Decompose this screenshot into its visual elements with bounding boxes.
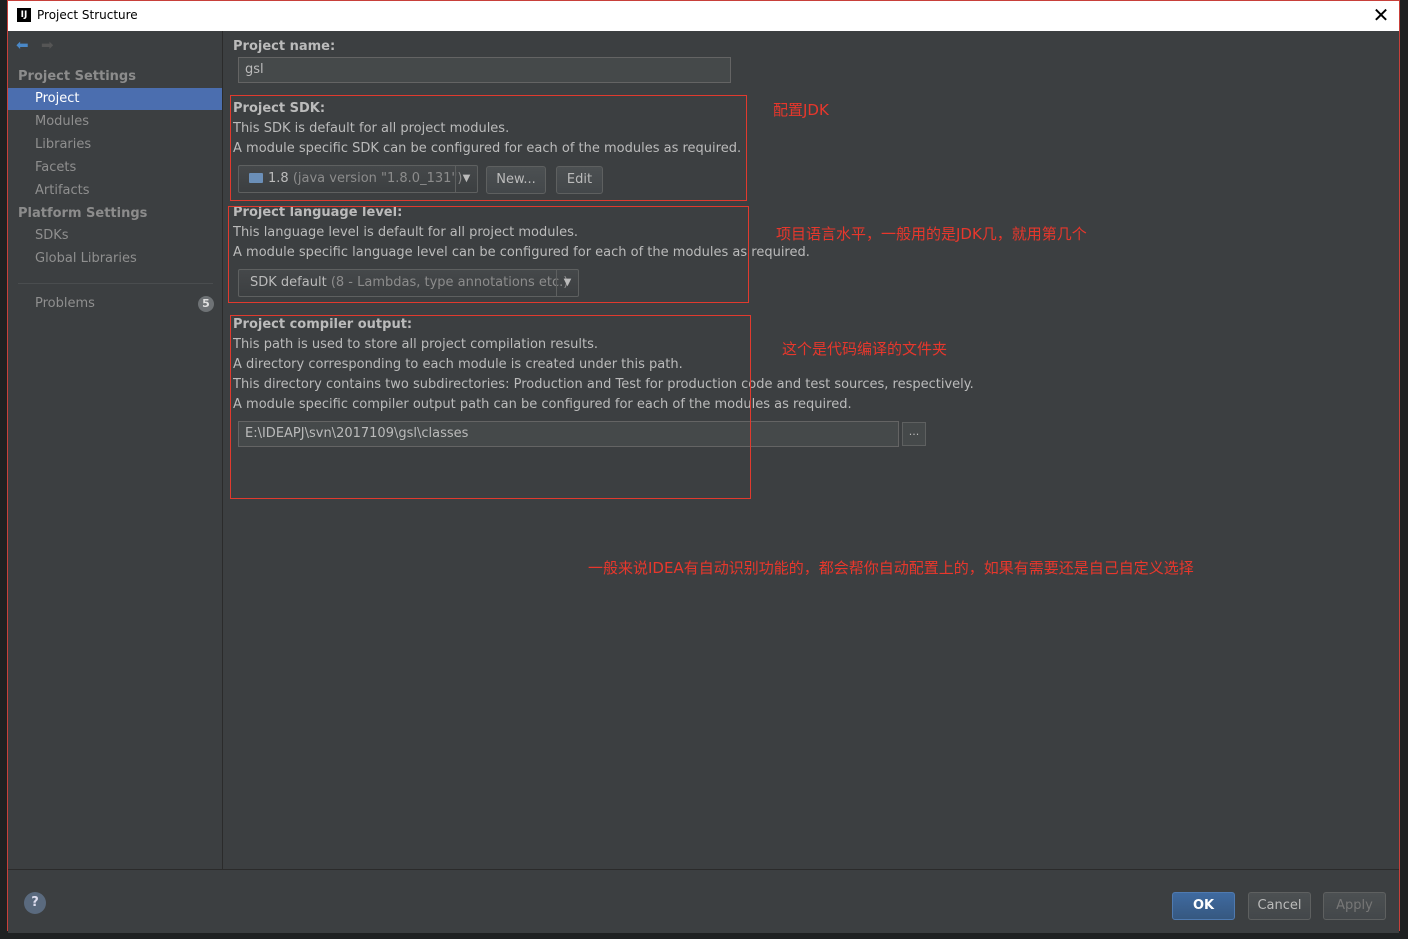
sidebar-item-project[interactable]: Project — [8, 88, 222, 110]
annotation-box-language — [228, 206, 749, 303]
dialog-footer: ? OK Cancel Apply — [8, 869, 1399, 933]
browse-folder-button[interactable]: ... — [902, 422, 926, 446]
sidebar-item-facets[interactable]: Facets — [8, 157, 222, 179]
platform-settings-header: Platform Settings — [18, 206, 148, 221]
problems-label: Problems — [35, 296, 95, 311]
annotation-language-level: 项目语言水平，一般用的是JDK几，就用第几个 — [776, 225, 1087, 243]
project-name-input[interactable]: gsl — [238, 57, 731, 83]
project-settings-panel: Project name: gsl Project SDK: This SDK … — [223, 31, 1399, 869]
ok-button[interactable]: OK — [1172, 892, 1235, 920]
settings-sidebar: ⬅ ➡ Project Settings Project Modules Lib… — [8, 31, 223, 869]
arrow-left-icon[interactable]: ⬅ — [16, 36, 29, 54]
sidebar-item-artifacts[interactable]: Artifacts — [8, 180, 222, 202]
sidebar-item-modules[interactable]: Modules — [8, 111, 222, 133]
help-icon[interactable]: ? — [24, 892, 46, 914]
sidebar-item-problems[interactable]: Problems 5 — [8, 293, 222, 315]
sidebar-item-libraries[interactable]: Libraries — [8, 134, 222, 156]
problems-count-badge: 5 — [198, 296, 214, 312]
annotation-box-output — [230, 315, 751, 499]
annotation-configure-jdk: 配置JDK — [773, 101, 829, 119]
intellij-app-icon: IJ — [17, 8, 31, 22]
title-bar: IJ Project Structure ✕ — [8, 1, 1399, 31]
apply-button[interactable]: Apply — [1323, 892, 1386, 920]
arrow-right-icon[interactable]: ➡ — [41, 36, 54, 54]
project-settings-header: Project Settings — [18, 69, 136, 84]
project-name-label: Project name: — [233, 39, 336, 54]
close-icon[interactable]: ✕ — [1369, 3, 1393, 27]
window-title: Project Structure — [37, 8, 138, 22]
annotation-auto-detect: 一般来说IDEA有自动识别功能的，都会帮你自动配置上的，如果有需要还是自己自定义… — [588, 559, 1194, 577]
sidebar-divider — [18, 283, 213, 284]
annotation-box-sdk — [230, 95, 747, 201]
sidebar-item-sdks[interactable]: SDKs — [8, 225, 222, 247]
sidebar-item-global-libraries[interactable]: Global Libraries — [8, 248, 222, 270]
cancel-button[interactable]: Cancel — [1248, 892, 1311, 920]
annotation-compile-folder: 这个是代码编译的文件夹 — [782, 340, 948, 358]
project-structure-dialog: IJ Project Structure ✕ ⬅ ➡ Project Setti… — [7, 0, 1400, 933]
